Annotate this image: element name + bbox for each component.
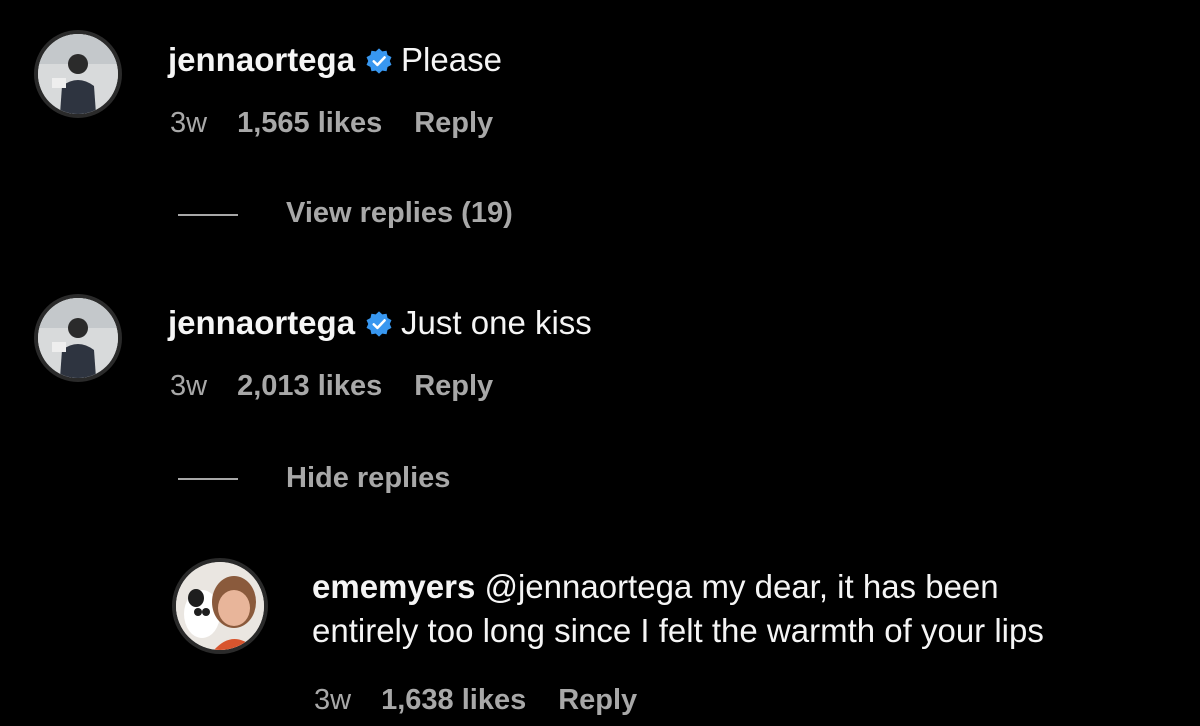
avatar-jennaortega[interactable] — [38, 298, 118, 378]
comment-meta: 3w 1,565 likes Reply — [170, 106, 493, 140]
replies-divider — [178, 214, 238, 216]
avatar-image — [38, 298, 118, 378]
reply-button[interactable]: Reply — [558, 684, 637, 716]
hide-replies-button[interactable]: Hide replies — [286, 461, 450, 495]
view-replies-button[interactable]: View replies (19) — [286, 196, 513, 230]
likes-count[interactable]: 2,013 likes — [237, 370, 382, 402]
comment-text-line2: entirely too long since I felt the warmt… — [312, 612, 1044, 649]
comment-time: 3w — [314, 684, 352, 716]
comment-text: Just one kiss — [401, 304, 592, 341]
comment-line: jennaortega Please — [168, 40, 502, 80]
comment-meta: 3w 1,638 likes Reply — [314, 683, 637, 717]
comment-text-line1: @jennaortega my dear, it has been — [484, 568, 999, 605]
avatar-ememyers[interactable] — [176, 562, 264, 650]
reply-button[interactable]: Reply — [414, 107, 493, 139]
username[interactable]: jennaortega — [168, 41, 355, 78]
likes-count[interactable]: 1,638 likes — [381, 684, 526, 716]
comment-2: jennaortega Just one kiss 3w 2,013 likes Re… — [0, 250, 1200, 520]
likes-count[interactable]: 1,565 likes — [237, 107, 382, 139]
comment-meta: 3w 2,013 likes Reply — [170, 369, 493, 403]
replies-divider — [178, 478, 238, 480]
avatar-image — [176, 562, 264, 650]
avatar-image — [38, 34, 118, 114]
verified-badge-icon — [365, 310, 393, 338]
reply-comment: ememyers @jennaortega my dear, it has be… — [0, 520, 1200, 726]
avatar-jennaortega[interactable] — [38, 34, 118, 114]
comment-line: jennaortega Just one kiss — [168, 303, 592, 343]
verified-badge-icon — [365, 47, 393, 75]
comment-time: 3w — [170, 107, 208, 139]
comment-1: jennaortega Please 3w 1,565 likes Reply Vie… — [0, 0, 1200, 250]
username[interactable]: jennaortega — [168, 304, 355, 341]
reply-button[interactable]: Reply — [414, 370, 493, 402]
comment-text: Please — [401, 41, 502, 78]
reply-comment-text: ememyers @jennaortega my dear, it has be… — [312, 565, 1192, 653]
username[interactable]: ememyers — [312, 568, 475, 605]
comment-time: 3w — [170, 370, 208, 402]
